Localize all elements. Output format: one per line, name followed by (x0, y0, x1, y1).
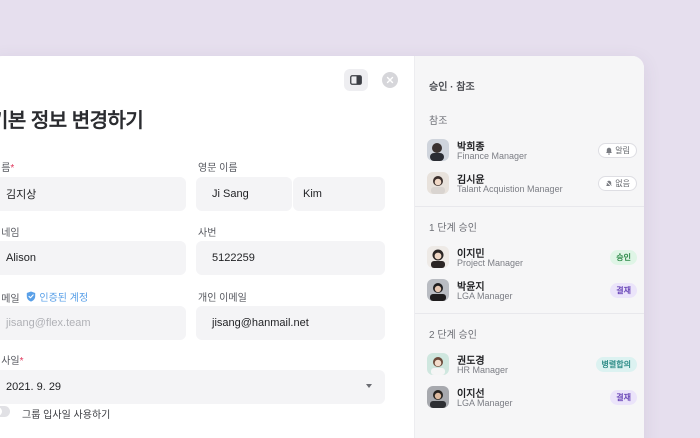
chevron-down-icon[interactable] (366, 384, 372, 388)
email-label-text: 이메일 (0, 294, 20, 305)
status-badge-label: 알림 (615, 146, 630, 155)
panel-toggle-button[interactable] (344, 69, 368, 91)
page-title: 기본 정보 변경하기 (0, 110, 144, 132)
eng-first-name-field[interactable]: Ji Sang (196, 177, 292, 211)
form-section: 기본 정보 변경하기 이름* 김지상 영문 이름 Ji Sang Kim 닉네임… (0, 56, 414, 438)
close-button[interactable] (382, 72, 398, 88)
stage2-heading: 2 단계 승인 (429, 330, 477, 341)
group-join-toggle[interactable] (0, 406, 10, 417)
verified-label: 인증된 계정 (39, 293, 89, 304)
person-role: LGA Manager (457, 291, 513, 301)
verified-account: 인증된 계정 (26, 289, 88, 304)
name-label-text: 이름 (0, 163, 11, 174)
status-badge: 없음 (598, 176, 637, 191)
personal-email-label: 개인 이메일 (198, 293, 247, 304)
avatar (427, 172, 449, 194)
list-item[interactable]: 이지민 Project Manager 승인 (427, 245, 637, 273)
employee-no-field[interactable]: 5122259 (196, 241, 385, 275)
person-role: HR Manager (457, 365, 509, 375)
required-mark: * (10, 163, 15, 174)
required-mark: * (19, 356, 24, 367)
panel-title: 승인 · 참조 (429, 82, 475, 93)
section-divider (415, 206, 644, 207)
person-role: Finance Manager (457, 151, 528, 161)
join-date-label-text: 입사일 (0, 356, 20, 367)
email-field: jisang@flex.team (0, 306, 186, 340)
list-item[interactable]: 박윤지 LGA Manager 결재 (427, 278, 637, 306)
reference-heading: 참조 (429, 116, 448, 127)
name-field[interactable]: 김지상 (0, 177, 186, 211)
employee-no-label: 사번 (198, 228, 217, 239)
shield-check-icon (27, 291, 36, 302)
section-divider (415, 313, 644, 314)
person-role: Project Manager (457, 258, 524, 268)
list-item[interactable]: 권도경 HR Manager 병렬합의 (427, 352, 637, 380)
status-badge: 병렬합의 (595, 357, 637, 372)
list-item[interactable]: 박희종 Finance Manager 알림 (427, 138, 637, 166)
nickname-field[interactable]: Alison (0, 241, 186, 275)
eng-name-label: 영문 이름 (198, 163, 238, 174)
status-badge: 결재 (610, 390, 637, 405)
status-badge: 승인 (610, 250, 637, 265)
eng-last-name-field[interactable]: Kim (293, 177, 385, 211)
person-role: Talant Acquistion Manager (457, 184, 563, 194)
approval-panel: 승인 · 참조 참조 박희종 Finance Manager 알림 김시윤 Ta… (414, 56, 644, 438)
avatar (427, 353, 449, 375)
edit-basic-info-modal: 기본 정보 변경하기 이름* 김지상 영문 이름 Ji Sang Kim 닉네임… (0, 56, 644, 438)
personal-email-field[interactable]: jisang@hanmail.net (196, 306, 385, 340)
email-label: 이메일 인증된 계정 (0, 289, 88, 305)
status-badge: 결재 (610, 283, 637, 298)
group-join-label: 그룹 입사일 사용하기 (22, 410, 111, 421)
bell-icon (606, 147, 613, 155)
panel-toggle-icon (350, 75, 362, 85)
status-badge: 알림 (598, 143, 637, 158)
stage1-heading: 1 단계 승인 (429, 223, 477, 234)
list-item[interactable]: 이지선 LGA Manager 결재 (427, 385, 637, 413)
join-date-label: 입사일* (0, 352, 24, 367)
nickname-label: 닉네임 (0, 228, 20, 239)
avatar (427, 139, 449, 161)
list-item[interactable]: 김시윤 Talant Acquistion Manager 없음 (427, 171, 637, 199)
bell-off-icon (605, 179, 613, 188)
avatar (427, 246, 449, 268)
join-date-select[interactable]: 2021. 9. 29 (0, 370, 385, 404)
person-role: LGA Manager (457, 398, 513, 408)
close-icon (386, 76, 394, 84)
status-badge-label: 없음 (615, 179, 630, 188)
avatar (427, 386, 449, 408)
avatar (427, 279, 449, 301)
name-label: 이름* (0, 159, 14, 174)
